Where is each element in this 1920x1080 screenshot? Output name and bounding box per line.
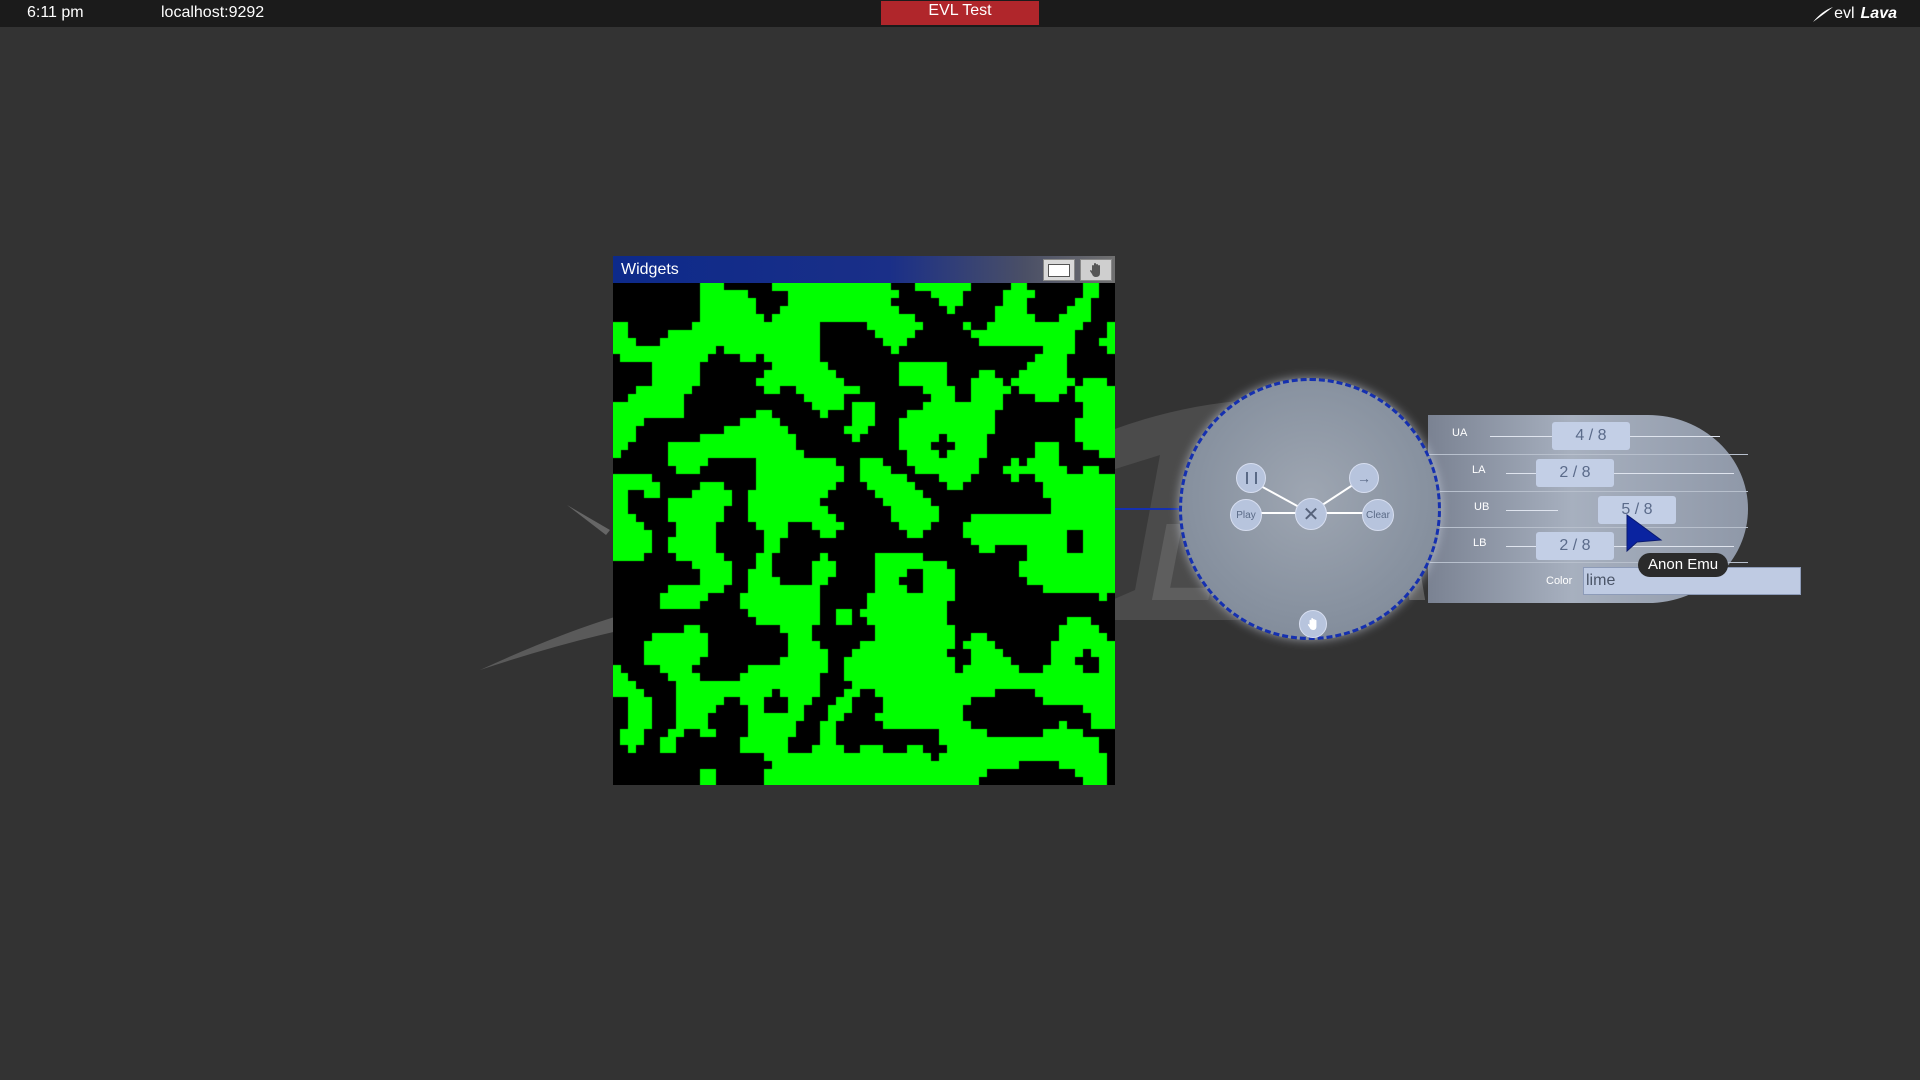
hand-icon bbox=[1090, 263, 1100, 277]
clock: 6:11 pm bbox=[27, 4, 84, 21]
ua-slider-knob[interactable]: 4 / 8 bbox=[1552, 422, 1630, 450]
fullscreen-icon bbox=[1048, 263, 1070, 277]
radial-menu[interactable]: → Play ✕ Clear bbox=[1179, 378, 1441, 640]
row-divider bbox=[1428, 491, 1748, 492]
close-app-button[interactable]: ✕ bbox=[1295, 498, 1327, 530]
share-pointer-button[interactable] bbox=[1080, 259, 1112, 281]
ua-label: UA bbox=[1452, 427, 1468, 439]
site-title-badge: EVL Test bbox=[881, 1, 1039, 25]
row-divider bbox=[1428, 527, 1748, 528]
ub-label: UB bbox=[1474, 501, 1490, 513]
widgets-app-window[interactable]: Widgets bbox=[613, 256, 1115, 785]
evl-logo-text: evl bbox=[1834, 5, 1855, 22]
lava-logo: Lava bbox=[1860, 5, 1897, 22]
la-slider-knob[interactable]: 2 / 8 bbox=[1536, 459, 1614, 487]
server-address: localhost:9292 bbox=[161, 4, 265, 21]
clear-button[interactable]: Clear bbox=[1362, 499, 1394, 531]
lb-slider-knob[interactable]: 2 / 8 bbox=[1536, 532, 1614, 560]
window-title-bar[interactable]: Widgets bbox=[613, 256, 1115, 283]
hand-icon bbox=[1307, 618, 1317, 630]
la-label: LA bbox=[1472, 464, 1486, 476]
evl-logo: evl bbox=[1812, 5, 1855, 23]
play-button-label: Play bbox=[1236, 509, 1256, 521]
color-label: Color bbox=[1546, 575, 1573, 587]
arrow-right-icon: → bbox=[1357, 470, 1371, 486]
lb-label: LB bbox=[1473, 537, 1487, 549]
pointer-user-label: Anon Emu bbox=[1638, 553, 1729, 577]
row-divider bbox=[1428, 454, 1748, 455]
pause-button[interactable] bbox=[1236, 463, 1266, 493]
cellular-automaton-grid[interactable] bbox=[613, 283, 1115, 785]
pause-icon bbox=[1245, 472, 1257, 484]
play-button[interactable]: Play bbox=[1230, 499, 1262, 531]
drag-button[interactable] bbox=[1299, 610, 1327, 638]
fullscreen-button[interactable] bbox=[1043, 259, 1075, 281]
logos: evl Lava bbox=[1812, 3, 1897, 25]
ub-slider-track[interactable] bbox=[1506, 510, 1558, 511]
top-bar: 6:11 pm localhost:9292 EVL Test evl Lava bbox=[0, 0, 1920, 27]
clear-button-label: Clear bbox=[1366, 509, 1390, 521]
step-button[interactable]: → bbox=[1349, 463, 1379, 493]
close-icon: ✕ bbox=[1302, 503, 1320, 526]
evl-swoosh-icon bbox=[1813, 7, 1834, 22]
window-title: Widgets bbox=[621, 261, 679, 278]
app-radial-menu-area: UA 4 / 8 LA 2 / 8 UB 5 / 8 LB 2 / 8 Colo… bbox=[1100, 370, 1801, 650]
connector-line bbox=[1115, 508, 1185, 510]
